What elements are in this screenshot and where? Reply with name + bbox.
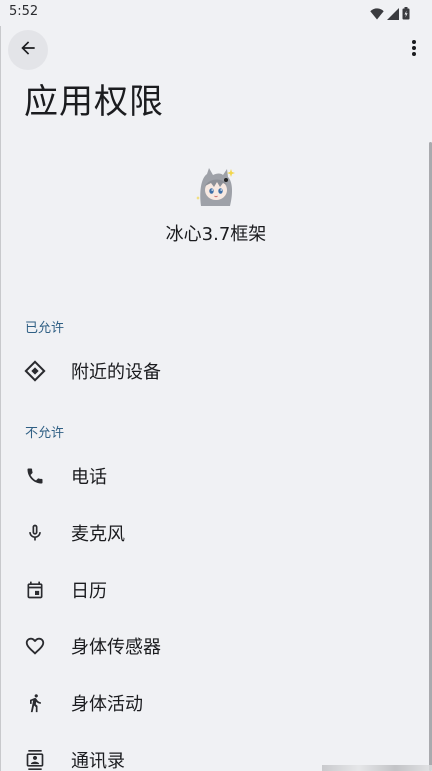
more-options-button[interactable]: [402, 30, 426, 70]
permission-item-phone[interactable]: 电话: [0, 448, 432, 504]
phone-icon: [24, 465, 46, 487]
calendar-icon: [24, 579, 46, 601]
permission-item-microphone[interactable]: 麦克风: [0, 505, 432, 561]
back-button[interactable]: [8, 30, 48, 70]
section-header-denied: 不允许: [25, 426, 65, 441]
wifi-icon: [370, 5, 384, 24]
app-name: 冰心3.7框架: [165, 224, 267, 245]
permission-item-physical-activity[interactable]: 身体活动: [0, 675, 432, 731]
bottom-edge-artifact: [322, 765, 432, 771]
app-icon: [195, 166, 237, 208]
battery-icon: [402, 5, 410, 24]
permission-item-body-sensors[interactable]: 身体传感器: [0, 618, 432, 674]
status-icons: [370, 5, 410, 24]
section-header-allowed: 已允许: [25, 321, 65, 336]
nearby-devices-icon: [24, 360, 46, 382]
microphone-icon: [24, 522, 46, 544]
permission-label: 电话: [71, 467, 107, 488]
cell-signal-icon: [387, 5, 399, 24]
walking-icon: [24, 692, 46, 714]
permission-label: 麦克风: [71, 524, 125, 545]
arrow-back-icon: [18, 38, 38, 62]
permission-label: 身体活动: [71, 694, 143, 715]
permission-label: 通讯录: [71, 751, 125, 771]
permission-item-nearby-devices[interactable]: 附近的设备: [0, 343, 432, 399]
heart-icon: [24, 635, 46, 657]
status-bar: 5:52: [0, 0, 432, 26]
permission-item-calendar[interactable]: 日历: [0, 562, 432, 618]
page-title: 应用权限: [24, 82, 164, 122]
app-permissions-screen: 5:52 应用权限 冰心3.7框架 已允许 附近的设备 不允许 电话 麦克风 日…: [0, 0, 432, 771]
status-time: 5:52: [9, 4, 39, 19]
permission-label: 附近的设备: [71, 362, 161, 383]
contacts-icon: [24, 749, 46, 771]
permission-label: 日历: [71, 581, 107, 602]
more-vertical-icon: [411, 39, 417, 61]
permission-label: 身体传感器: [71, 637, 161, 658]
